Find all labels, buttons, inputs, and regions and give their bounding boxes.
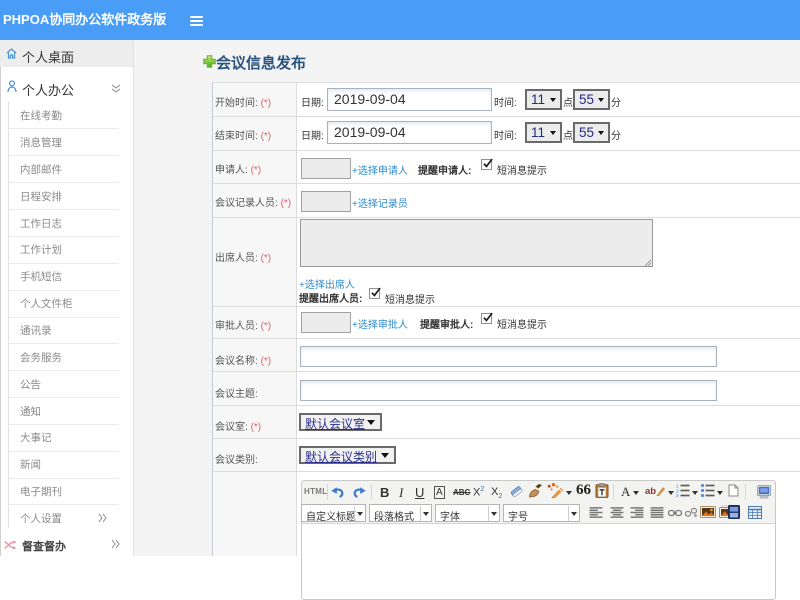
svg-text:3: 3 bbox=[676, 493, 679, 497]
